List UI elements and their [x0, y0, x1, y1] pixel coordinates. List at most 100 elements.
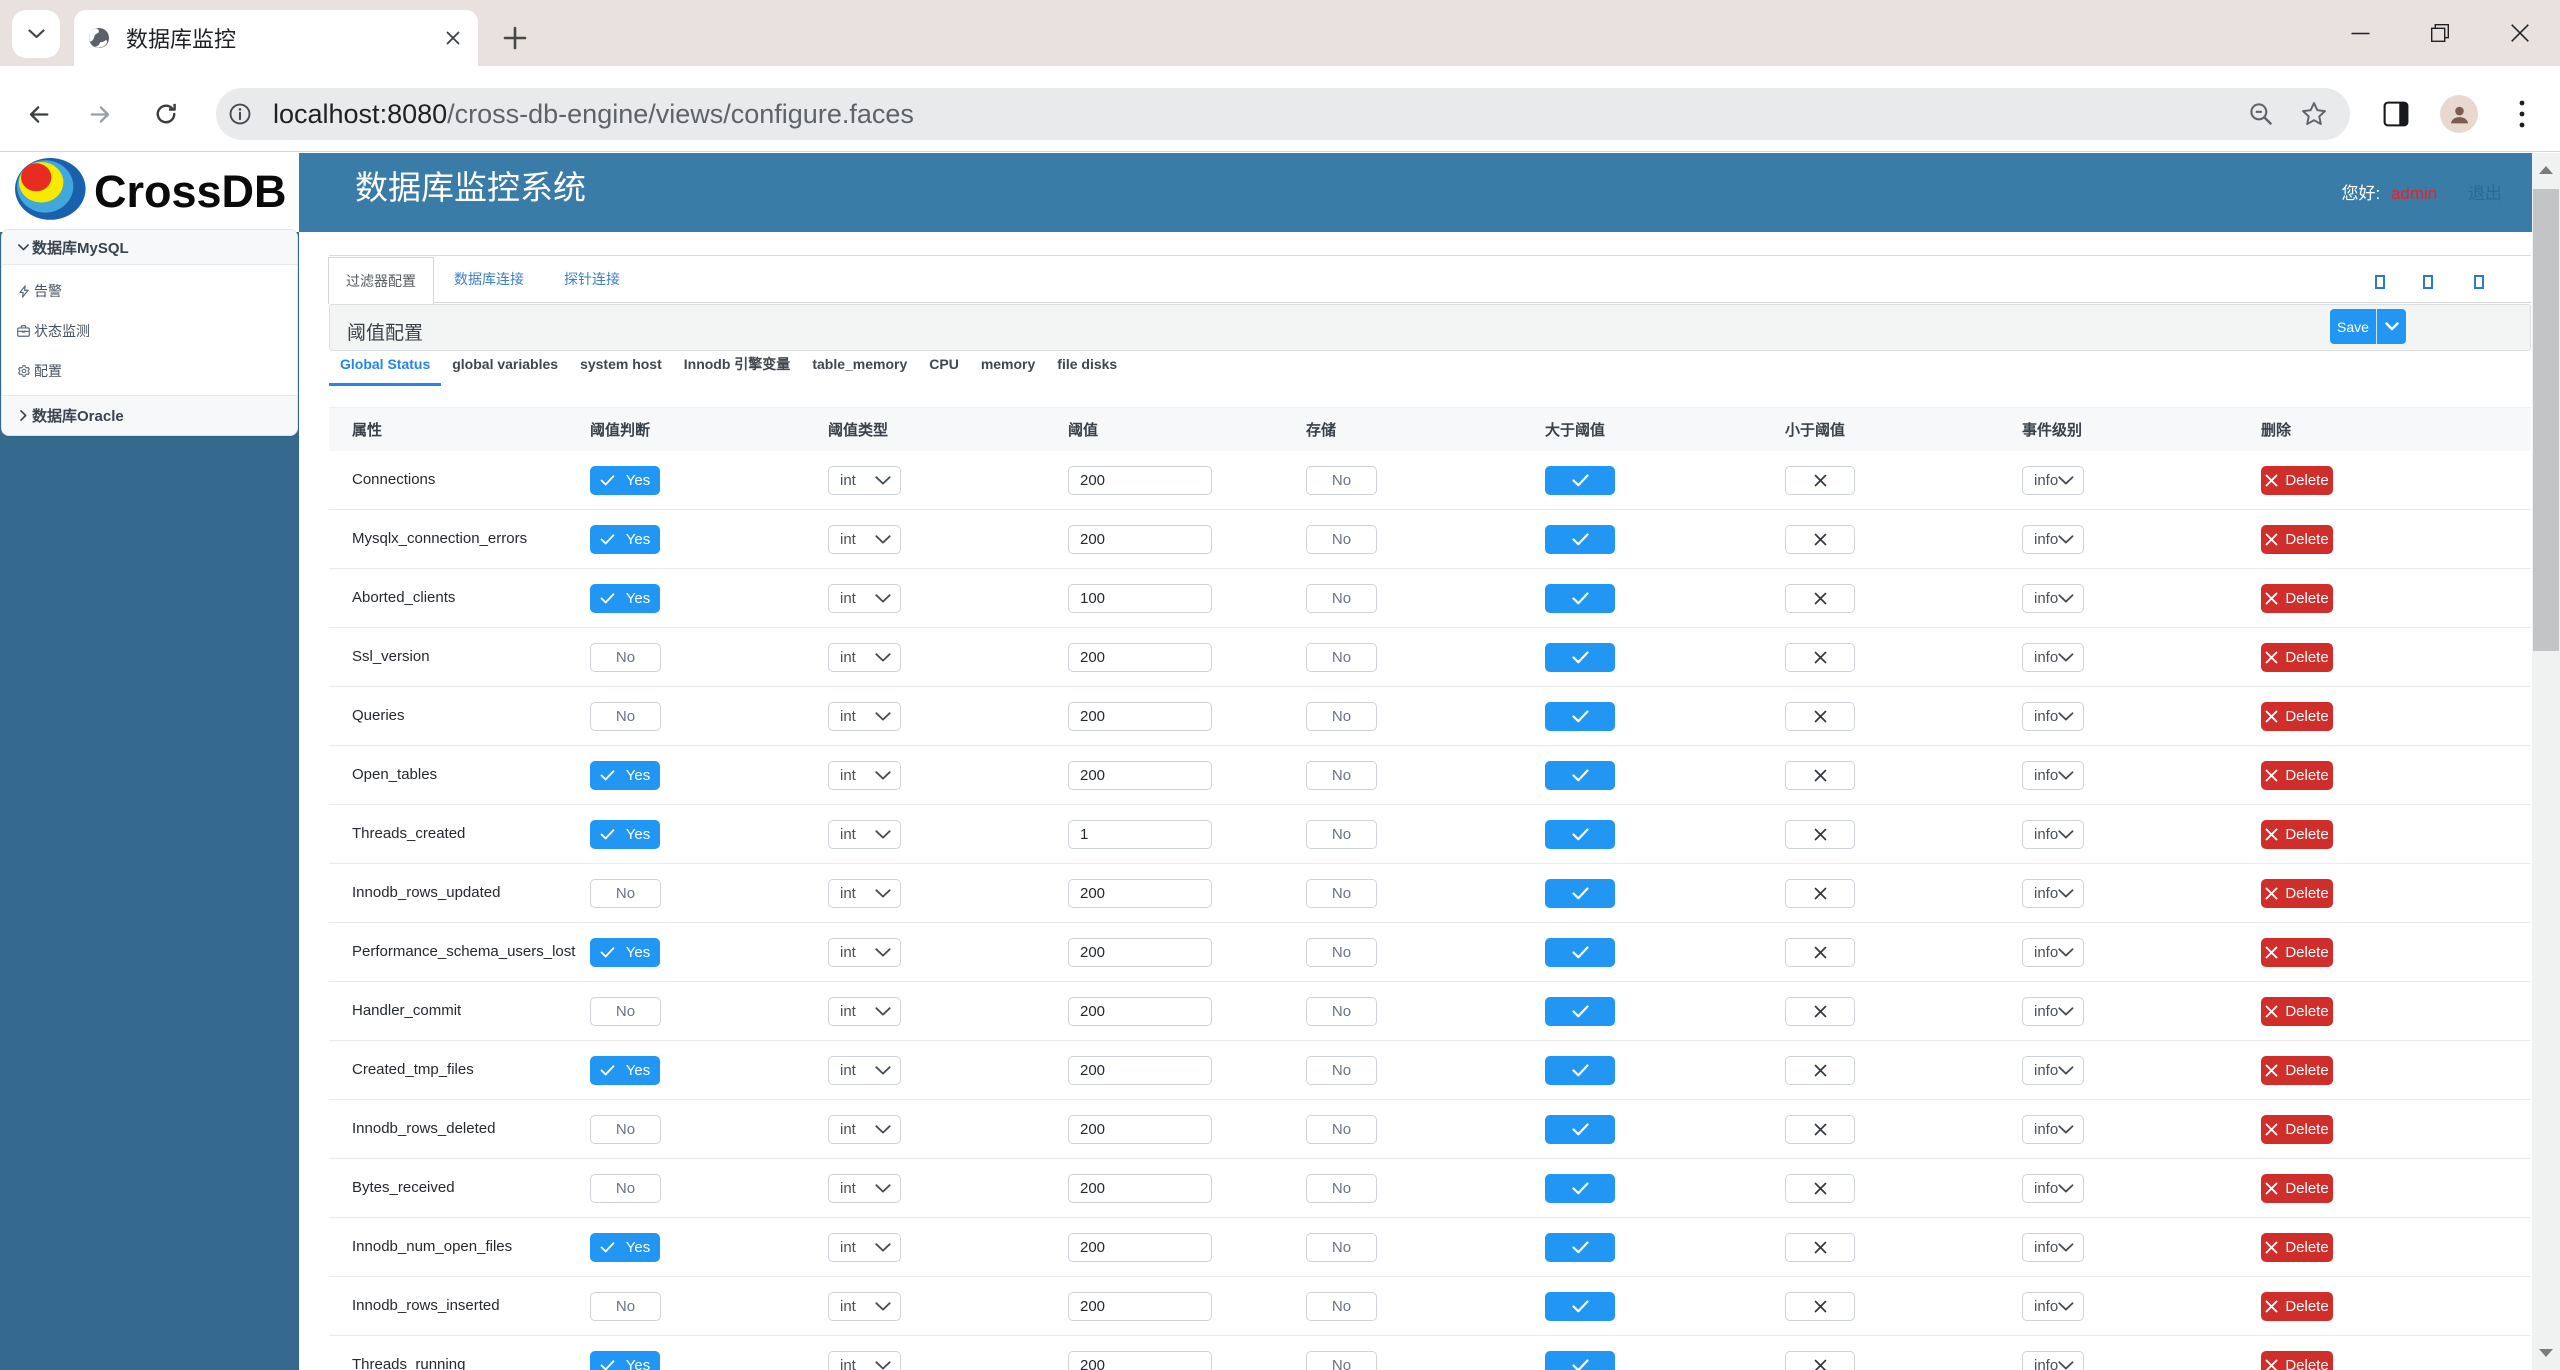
threshold-input[interactable]: 200	[1068, 524, 1212, 554]
gt-toggle[interactable]	[1545, 583, 1615, 613]
delete-button[interactable]: Delete	[2261, 760, 2333, 790]
store-toggle[interactable]: No	[1306, 1350, 1377, 1370]
store-toggle[interactable]: No	[1306, 524, 1377, 554]
threshold-input[interactable]: 200	[1068, 1350, 1212, 1370]
level-select[interactable]: info	[2022, 937, 2084, 967]
store-toggle[interactable]: No	[1306, 1173, 1377, 1203]
lt-toggle[interactable]	[1785, 1291, 1855, 1321]
sidebar-item[interactable]: 状态监测	[2, 311, 297, 351]
judge-toggle[interactable]: Yes	[590, 1350, 660, 1370]
judge-toggle[interactable]: No	[590, 1114, 661, 1144]
gt-toggle[interactable]	[1545, 524, 1615, 554]
gt-toggle[interactable]	[1545, 760, 1615, 790]
lt-toggle[interactable]	[1785, 937, 1855, 967]
gt-toggle[interactable]	[1545, 819, 1615, 849]
gt-toggle[interactable]	[1545, 1173, 1615, 1203]
lt-toggle[interactable]	[1785, 819, 1855, 849]
type-select[interactable]: int	[828, 819, 901, 849]
judge-toggle[interactable]: Yes	[590, 465, 660, 495]
level-select[interactable]: info	[2022, 1173, 2084, 1203]
store-toggle[interactable]: No	[1306, 1232, 1377, 1262]
level-select[interactable]: info	[2022, 996, 2084, 1026]
side-panel-button[interactable]	[2372, 90, 2420, 138]
store-toggle[interactable]: No	[1306, 642, 1377, 672]
lt-toggle[interactable]	[1785, 878, 1855, 908]
subtab-memory[interactable]: memory	[970, 353, 1046, 386]
tab-close-icon[interactable]	[438, 23, 468, 53]
profile-avatar[interactable]	[2440, 95, 2478, 133]
threshold-input[interactable]: 1	[1068, 819, 1212, 849]
address-bar[interactable]: localhost:8080/cross-db-engine/views/con…	[216, 88, 2350, 140]
level-select[interactable]: info	[2022, 583, 2084, 613]
gt-toggle[interactable]	[1545, 701, 1615, 731]
lt-toggle[interactable]	[1785, 701, 1855, 731]
threshold-input[interactable]: 200	[1068, 1055, 1212, 1085]
store-toggle[interactable]: No	[1306, 937, 1377, 967]
gt-toggle[interactable]	[1545, 1114, 1615, 1144]
type-select[interactable]: int	[828, 1232, 901, 1262]
type-select[interactable]: int	[828, 465, 901, 495]
save-button[interactable]: Save	[2330, 309, 2377, 344]
type-select[interactable]: int	[828, 1350, 901, 1370]
level-select[interactable]: info	[2022, 1232, 2084, 1262]
level-select[interactable]: info	[2022, 642, 2084, 672]
delete-button[interactable]: Delete	[2261, 996, 2333, 1026]
delete-button[interactable]: Delete	[2261, 878, 2333, 908]
type-select[interactable]: int	[828, 1173, 901, 1203]
judge-toggle[interactable]: No	[590, 701, 661, 731]
gt-toggle[interactable]	[1545, 465, 1615, 495]
delete-button[interactable]: Delete	[2261, 1232, 2333, 1262]
threshold-input[interactable]: 200	[1068, 760, 1212, 790]
level-select[interactable]: info	[2022, 1055, 2084, 1085]
delete-button[interactable]: Delete	[2261, 524, 2333, 554]
judge-toggle[interactable]: Yes	[590, 583, 660, 613]
judge-toggle[interactable]: Yes	[590, 760, 660, 790]
type-select[interactable]: int	[828, 937, 901, 967]
subtab-system-host[interactable]: system host	[569, 353, 673, 386]
tab-search-button[interactable]	[12, 10, 60, 58]
gt-toggle[interactable]	[1545, 996, 1615, 1026]
bookmark-star-icon[interactable]	[2300, 100, 2328, 128]
judge-toggle[interactable]: No	[590, 1291, 661, 1321]
gt-toggle[interactable]	[1545, 937, 1615, 967]
tab-db-connection[interactable]: 数据库连接	[454, 256, 524, 302]
judge-toggle[interactable]: Yes	[590, 937, 660, 967]
type-select[interactable]: int	[828, 878, 901, 908]
judge-toggle[interactable]: No	[590, 996, 661, 1026]
threshold-input[interactable]: 100	[1068, 583, 1212, 613]
lt-toggle[interactable]	[1785, 760, 1855, 790]
type-select[interactable]: int	[828, 642, 901, 672]
subtab-cpu[interactable]: CPU	[918, 353, 970, 386]
lt-toggle[interactable]	[1785, 583, 1855, 613]
threshold-input[interactable]: 200	[1068, 1173, 1212, 1203]
type-select[interactable]: int	[828, 701, 901, 731]
forward-button[interactable]	[76, 90, 124, 138]
save-menu-button[interactable]	[2377, 309, 2406, 344]
type-select[interactable]: int	[828, 1291, 901, 1321]
browser-menu-button[interactable]	[2498, 90, 2546, 138]
sidebar-item[interactable]: 配置	[2, 351, 297, 391]
level-select[interactable]: info	[2022, 524, 2084, 554]
store-toggle[interactable]: No	[1306, 583, 1377, 613]
gt-toggle[interactable]	[1545, 642, 1615, 672]
window-restore-button[interactable]	[2400, 0, 2480, 66]
threshold-input[interactable]: 200	[1068, 701, 1212, 731]
store-toggle[interactable]: No	[1306, 701, 1377, 731]
threshold-input[interactable]: 200	[1068, 937, 1212, 967]
type-select[interactable]: int	[828, 996, 901, 1026]
judge-toggle[interactable]: Yes	[590, 1232, 660, 1262]
delete-button[interactable]: Delete	[2261, 465, 2333, 495]
new-tab-button[interactable]	[496, 19, 534, 57]
lt-toggle[interactable]	[1785, 524, 1855, 554]
delete-button[interactable]: Delete	[2261, 1350, 2333, 1370]
threshold-input[interactable]: 200	[1068, 1114, 1212, 1144]
delete-button[interactable]: Delete	[2261, 701, 2333, 731]
lt-toggle[interactable]	[1785, 465, 1855, 495]
store-toggle[interactable]: No	[1306, 1055, 1377, 1085]
url-text[interactable]: localhost:8080/cross-db-engine/views/con…	[273, 99, 2248, 130]
delete-button[interactable]: Delete	[2261, 937, 2333, 967]
judge-toggle[interactable]: Yes	[590, 1055, 660, 1085]
store-toggle[interactable]: No	[1306, 878, 1377, 908]
threshold-input[interactable]: 200	[1068, 1291, 1212, 1321]
page-scrollbar[interactable]	[2532, 153, 2560, 1370]
